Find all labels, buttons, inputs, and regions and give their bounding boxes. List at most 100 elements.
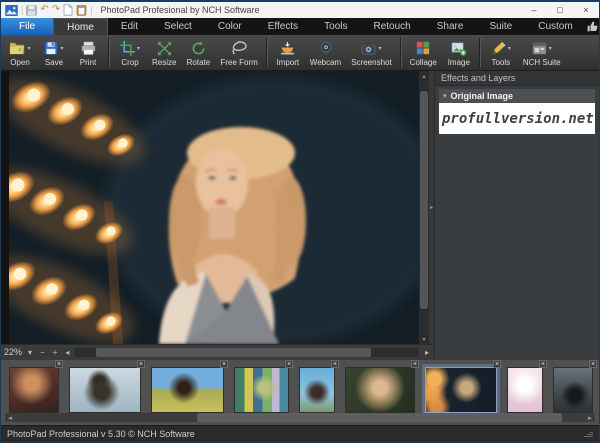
- tools-button[interactable]: ▾ Tools: [484, 35, 518, 70]
- thumb-7[interactable]: ×: [422, 360, 501, 416]
- thumb-2-image[interactable]: [69, 367, 141, 413]
- open-dropdown-icon[interactable]: ▾: [27, 45, 30, 52]
- scroll-down-icon[interactable]: ▾: [422, 334, 425, 344]
- menu-tab-edit[interactable]: Edit: [108, 18, 151, 35]
- thumb-8[interactable]: ×: [507, 360, 547, 413]
- filmstrip-scroll-right-icon[interactable]: ▸: [585, 414, 595, 422]
- zoom-out-button[interactable]: −: [38, 348, 47, 357]
- thumb-4-close-icon[interactable]: ×: [285, 360, 293, 368]
- crop-dropdown-icon[interactable]: ▾: [137, 45, 140, 52]
- thumb-4[interactable]: ×: [234, 360, 293, 413]
- filmstrip-scroll-left-icon[interactable]: ◂: [5, 414, 15, 422]
- rotate-button[interactable]: Rotate: [181, 35, 215, 70]
- webcam-button[interactable]: Webcam: [305, 35, 346, 70]
- thumb-9[interactable]: ×: [553, 360, 597, 413]
- thumb-5[interactable]: ×: [299, 360, 339, 413]
- zoom-in-button[interactable]: +: [51, 348, 60, 357]
- layer-chevron-icon[interactable]: ▾: [443, 92, 447, 100]
- close-button[interactable]: ×: [573, 2, 599, 18]
- nch-suite-button[interactable]: ▾ NCH Suite: [518, 35, 566, 70]
- layer-original-image[interactable]: ▾ Original Image: [439, 89, 595, 103]
- menu-tab-retouch[interactable]: Retouch: [361, 18, 424, 35]
- undo-icon[interactable]: ↶: [40, 5, 48, 15]
- horizontal-scroll-thumb[interactable]: [96, 347, 371, 357]
- screenshot-button[interactable]: ▾ Screenshot: [346, 35, 396, 70]
- menu-tab-select[interactable]: Select: [151, 18, 205, 35]
- resize-button[interactable]: Resize: [147, 35, 181, 70]
- zoom-dropdown-icon[interactable]: ▾: [26, 348, 34, 357]
- nch-suite-dropdown-icon[interactable]: ▾: [549, 45, 552, 52]
- print-button[interactable]: Print: [71, 35, 105, 70]
- thumb-1-image[interactable]: [9, 367, 59, 413]
- status-text: PhotoPad Professional v 5.30 © NCH Softw…: [7, 429, 195, 439]
- thumb-6-image[interactable]: [345, 367, 415, 413]
- thumb-3[interactable]: ×: [151, 360, 228, 413]
- menu-tab-tools[interactable]: Tools: [311, 18, 360, 35]
- minimize-button[interactable]: –: [521, 2, 547, 18]
- filmstrip-scrollbar[interactable]: ◂ ▸: [5, 413, 595, 422]
- tools-dropdown-icon[interactable]: ▾: [508, 45, 511, 52]
- import-button[interactable]: Import: [271, 35, 305, 70]
- photo-canvas[interactable]: [9, 71, 419, 344]
- menu-tab-home[interactable]: Home: [53, 18, 108, 35]
- scroll-up-icon[interactable]: ▴: [422, 71, 425, 81]
- thumb-6-close-icon[interactable]: ×: [411, 360, 419, 368]
- thumb-3-close-icon[interactable]: ×: [220, 360, 228, 368]
- canvas-vertical-scrollbar[interactable]: ▴ ▾: [419, 71, 429, 344]
- free-form-button[interactable]: Free Form: [215, 35, 262, 70]
- thumb-8-close-icon[interactable]: ×: [539, 360, 547, 368]
- thumb-2[interactable]: ×: [69, 360, 145, 413]
- menu-tab-color[interactable]: Color: [205, 18, 255, 35]
- thumb-9-image[interactable]: [553, 367, 593, 413]
- thumb-7-image[interactable]: [422, 364, 500, 416]
- thumb-5-image[interactable]: [299, 367, 335, 413]
- hscroll-left-icon[interactable]: ◂: [63, 348, 71, 357]
- redo-icon[interactable]: ↷: [52, 5, 60, 15]
- thumb-8-image[interactable]: [507, 367, 543, 413]
- thumb-6[interactable]: ×: [345, 360, 419, 413]
- main-area: ▴ ▾ ▸ 22% ▾ − + ◂ ▸ Effects and Layers ▾…: [1, 71, 599, 359]
- collage-label: Collage: [409, 57, 437, 67]
- save-dropdown-icon[interactable]: ▾: [60, 45, 63, 52]
- thumb-4-image[interactable]: [234, 367, 289, 413]
- collage-button[interactable]: Collage: [405, 35, 442, 70]
- save-button[interactable]: ▾ Save: [37, 35, 71, 70]
- crop-button[interactable]: ▾ Crop: [113, 35, 147, 70]
- like-icon[interactable]: [586, 20, 599, 33]
- thumb-7-close-icon[interactable]: ×: [493, 360, 501, 368]
- new-document-icon[interactable]: [63, 4, 73, 16]
- menu-tab-effects[interactable]: Effects: [255, 18, 311, 35]
- open-button[interactable]: ▾ Open: [3, 35, 37, 70]
- menu-tab-file[interactable]: File: [1, 18, 54, 35]
- resize-grip[interactable]: [584, 431, 593, 437]
- filmstrip-scroll-thumb[interactable]: [197, 413, 563, 422]
- menu-tab-custom[interactable]: Custom: [525, 18, 585, 35]
- thumb-3-image[interactable]: [151, 367, 224, 413]
- thumb-1-close-icon[interactable]: ×: [55, 360, 63, 368]
- thumb-9-close-icon[interactable]: ×: [589, 360, 597, 368]
- webcam-icon: [320, 41, 331, 55]
- filmstrip: × × × × × × × × × ◂ ▸: [1, 359, 599, 425]
- resize-icon: [157, 41, 171, 55]
- crop-label: Crop: [121, 57, 139, 67]
- thumb-1[interactable]: ×: [9, 360, 63, 413]
- maximize-button[interactable]: □: [547, 2, 573, 18]
- vertical-scroll-thumb[interactable]: [420, 91, 428, 309]
- toolbar-separator: [399, 38, 402, 67]
- save-icon[interactable]: [26, 4, 37, 16]
- paste-icon[interactable]: [76, 4, 87, 16]
- status-bar: PhotoPad Professional v 5.30 © NCH Softw…: [1, 425, 599, 442]
- splitter-collapse-icon[interactable]: ▸: [430, 204, 433, 211]
- image-button[interactable]: Image: [442, 35, 476, 70]
- tools-label: Tools: [491, 57, 511, 67]
- thumb-2-close-icon[interactable]: ×: [137, 360, 145, 368]
- menu-tab-suite[interactable]: Suite: [476, 18, 525, 35]
- print-icon: [81, 41, 95, 55]
- canvas-horizontal-scrollbar[interactable]: [75, 347, 419, 357]
- hscroll-right-icon[interactable]: ▸: [423, 348, 431, 357]
- thumb-5-close-icon[interactable]: ×: [331, 360, 339, 368]
- save-floppy-icon: [44, 41, 59, 55]
- screenshot-dropdown-icon[interactable]: ▾: [378, 45, 381, 52]
- menu-tab-share[interactable]: Share: [424, 18, 477, 35]
- window-controls: – □ ×: [521, 2, 599, 18]
